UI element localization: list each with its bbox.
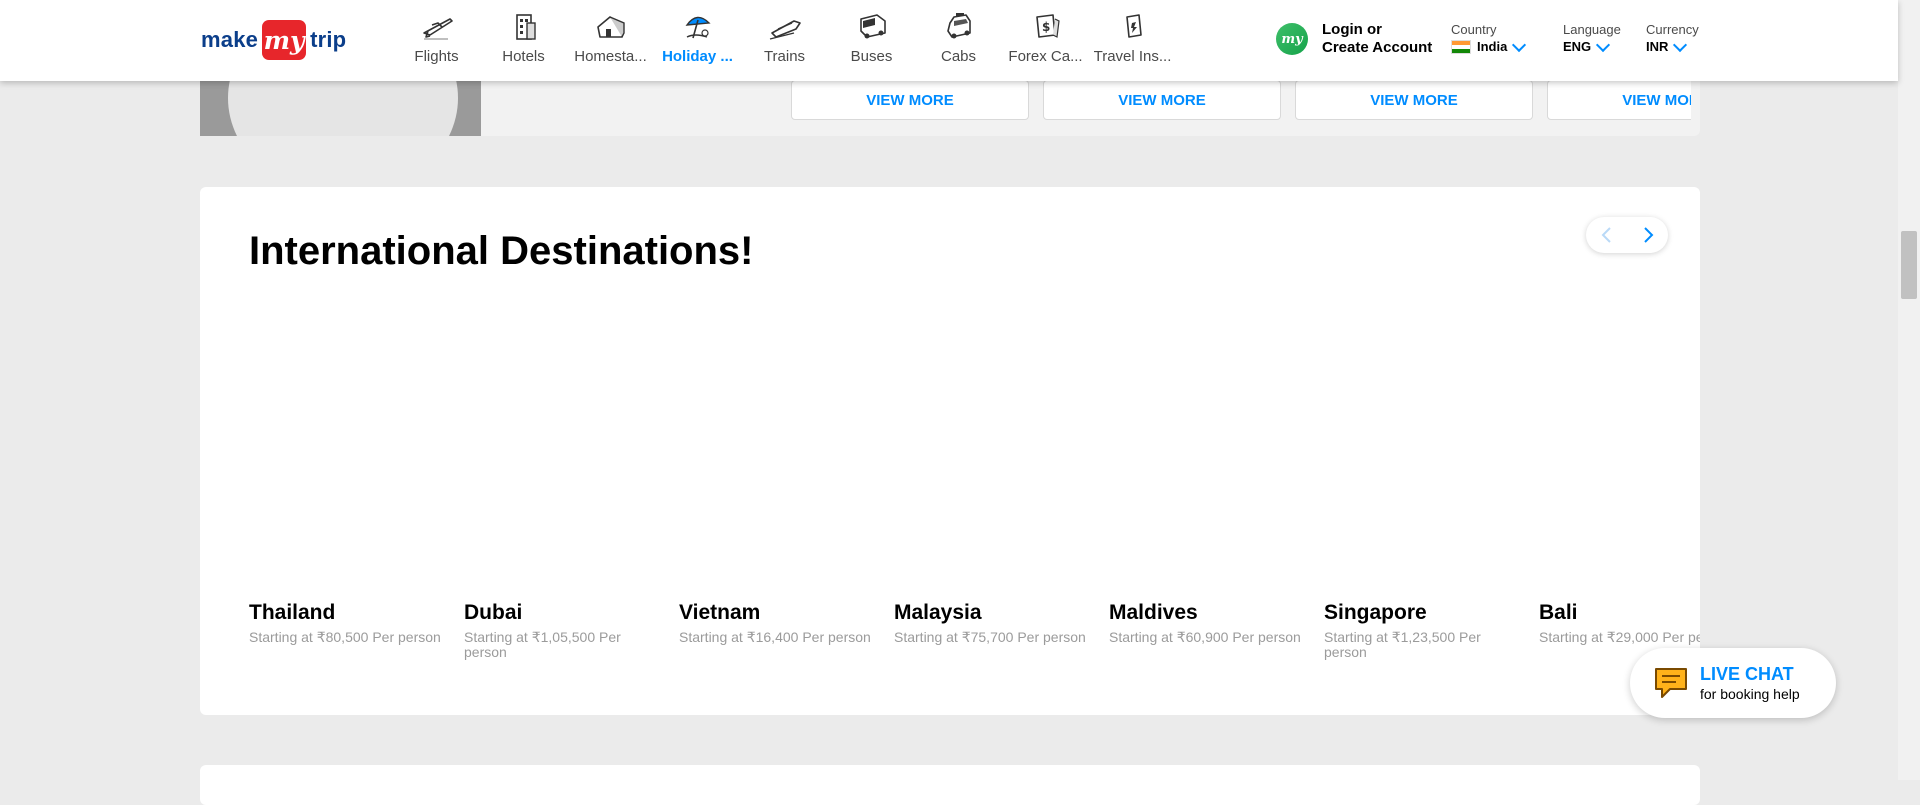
train-icon [767,10,803,42]
chevron-right-icon [1643,227,1653,243]
currency-value-row: INR [1646,37,1699,54]
currency-selector[interactable]: Currency INR [1646,22,1699,54]
homestay-icon [593,10,629,42]
makemytrip-logo[interactable]: make my trip [201,19,346,61]
chevron-down-icon [1673,37,1688,52]
logo-my-badge: my [262,20,307,60]
destination-price: Starting at ₹60,900 Per person [1109,629,1301,645]
user-avatar-icon: my [1276,23,1308,55]
language-selector[interactable]: Language ENG [1563,22,1621,54]
nav-label: Homesta... [574,48,647,65]
nav-label: Cabs [940,48,977,65]
nav-item-flights[interactable]: Flights [393,0,480,81]
nav-label: Flights [414,48,459,65]
country-selector[interactable]: Country India [1451,22,1527,54]
destination-name: Dubai [464,601,523,624]
destination-card-bali[interactable]: Bali Starting at ₹29,000 Per person [1539,601,1700,645]
nav-item-trains[interactable]: Trains [741,0,828,81]
language-value-row: ENG [1563,37,1621,54]
product-nav: Flights Hotels Homesta... Holiday ... Tr… [393,0,1176,81]
chat-bubble-icon [1655,668,1687,698]
holiday-umbrella-icon [680,10,716,42]
language-value: ENG [1563,39,1592,54]
view-more-button[interactable]: VIEW MORE [1547,80,1691,120]
logo-trip-text: trip [310,27,347,52]
destination-card-malaysia[interactable]: Malaysia Starting at ₹75,700 Per person [894,601,1104,645]
nav-label: Forex Ca... [1008,48,1083,65]
destination-card-thailand[interactable]: Thailand Starting at ₹80,500 Per person [249,601,459,645]
destination-card-maldives[interactable]: Maldives Starting at ₹60,900 Per person [1109,601,1319,645]
carousel-next-button[interactable] [1627,217,1668,253]
login-line-2: Create Account [1322,39,1433,56]
nav-item-homestays[interactable]: Homesta... [567,0,654,81]
live-chat-button[interactable]: LIVE CHAT for booking help [1630,648,1836,718]
nav-item-cabs[interactable]: Cabs [915,0,1002,81]
next-section-card [200,765,1700,805]
nav-item-hotels[interactable]: Hotels [480,0,567,81]
login-text: Login or Create Account [1322,21,1432,57]
nav-label: Trains [763,48,806,65]
destination-name: Singapore [1324,601,1427,624]
nav-label: Hotels [502,48,545,65]
carousel-prev-button[interactable] [1586,217,1627,253]
travel-insurance-icon [1115,10,1151,42]
destinations-carousel: Thailand Starting at ₹80,500 Per person … [249,601,1700,681]
destination-card-dubai[interactable]: Dubai Starting at ₹1,05,500 Per person [464,601,674,660]
svg-text:$: $ [1042,20,1050,34]
india-flag-icon [1451,39,1471,54]
cab-icon [941,10,977,42]
chevron-down-icon [1596,37,1611,52]
page-scrollbar-track[interactable] [1898,0,1920,780]
destination-card-singapore[interactable]: Singapore Starting at ₹1,23,500 Per pers… [1324,601,1534,660]
international-destinations-card: International Destinations! Thailand Sta… [200,187,1700,715]
forex-card-icon: $ [1028,10,1064,42]
currency-label: Currency [1646,22,1699,37]
live-chat-text: LIVE CHAT for booking help [1700,664,1800,702]
destination-name: Vietnam [679,601,761,624]
country-value: India [1477,39,1508,54]
carousel-arrows [1586,217,1668,253]
login-line-1: Login or [1322,21,1382,38]
destination-price: Starting at ₹75,700 Per person [894,629,1086,645]
nav-item-forex-card[interactable]: $ Forex Ca... [1002,0,1089,81]
nav-label: Holiday ... [662,48,733,65]
destination-price: Starting at ₹1,05,500 Per person [464,629,621,660]
destination-price: Starting at ₹29,000 Per person [1539,629,1700,645]
nav-label: Travel Ins... [1093,48,1172,65]
chevron-down-icon [1512,37,1527,52]
login-create-account-button[interactable]: my Login or Create Account [1276,21,1432,57]
live-chat-subtitle: for booking help [1700,686,1800,702]
view-more-button[interactable]: VIEW MORE [1295,80,1533,120]
destination-price: Starting at ₹16,400 Per person [679,629,871,645]
destination-name: Thailand [249,601,336,624]
hotel-icon [506,10,542,42]
destination-name: Malaysia [894,601,982,624]
logo-make-text: make [201,27,259,52]
language-label: Language [1563,22,1621,37]
bus-icon [854,10,890,42]
destination-card-vietnam[interactable]: Vietnam Starting at ₹16,400 Per person [679,601,889,645]
top-navigation-bar: make my trip Flights Hotels Homesta... H… [0,0,1898,81]
nav-item-travel-insurance[interactable]: Travel Ins... [1089,0,1176,81]
view-more-button[interactable]: VIEW MORE [1043,80,1281,120]
section-title: International Destinations! [249,229,754,273]
view-more-row: VIEW MORE VIEW MORE VIEW MORE VIEW MORE [791,80,1691,122]
destination-name: Bali [1539,601,1578,624]
chevron-left-icon [1601,227,1611,243]
nav-item-holiday-packages[interactable]: Holiday ... [654,0,741,81]
destination-name: Maldives [1109,601,1198,624]
view-more-button[interactable]: VIEW MORE [791,80,1029,120]
flight-icon [419,10,455,42]
nav-label: Buses [850,48,893,65]
destination-price: Starting at ₹80,500 Per person [249,629,441,645]
country-label: Country [1451,22,1497,37]
page-scrollbar-thumb[interactable] [1901,231,1917,299]
live-chat-title: LIVE CHAT [1700,664,1794,684]
destination-price: Starting at ₹1,23,500 Per person [1324,629,1481,660]
currency-value: INR [1646,39,1669,54]
nav-item-buses[interactable]: Buses [828,0,915,81]
country-value-row: India [1451,37,1527,54]
